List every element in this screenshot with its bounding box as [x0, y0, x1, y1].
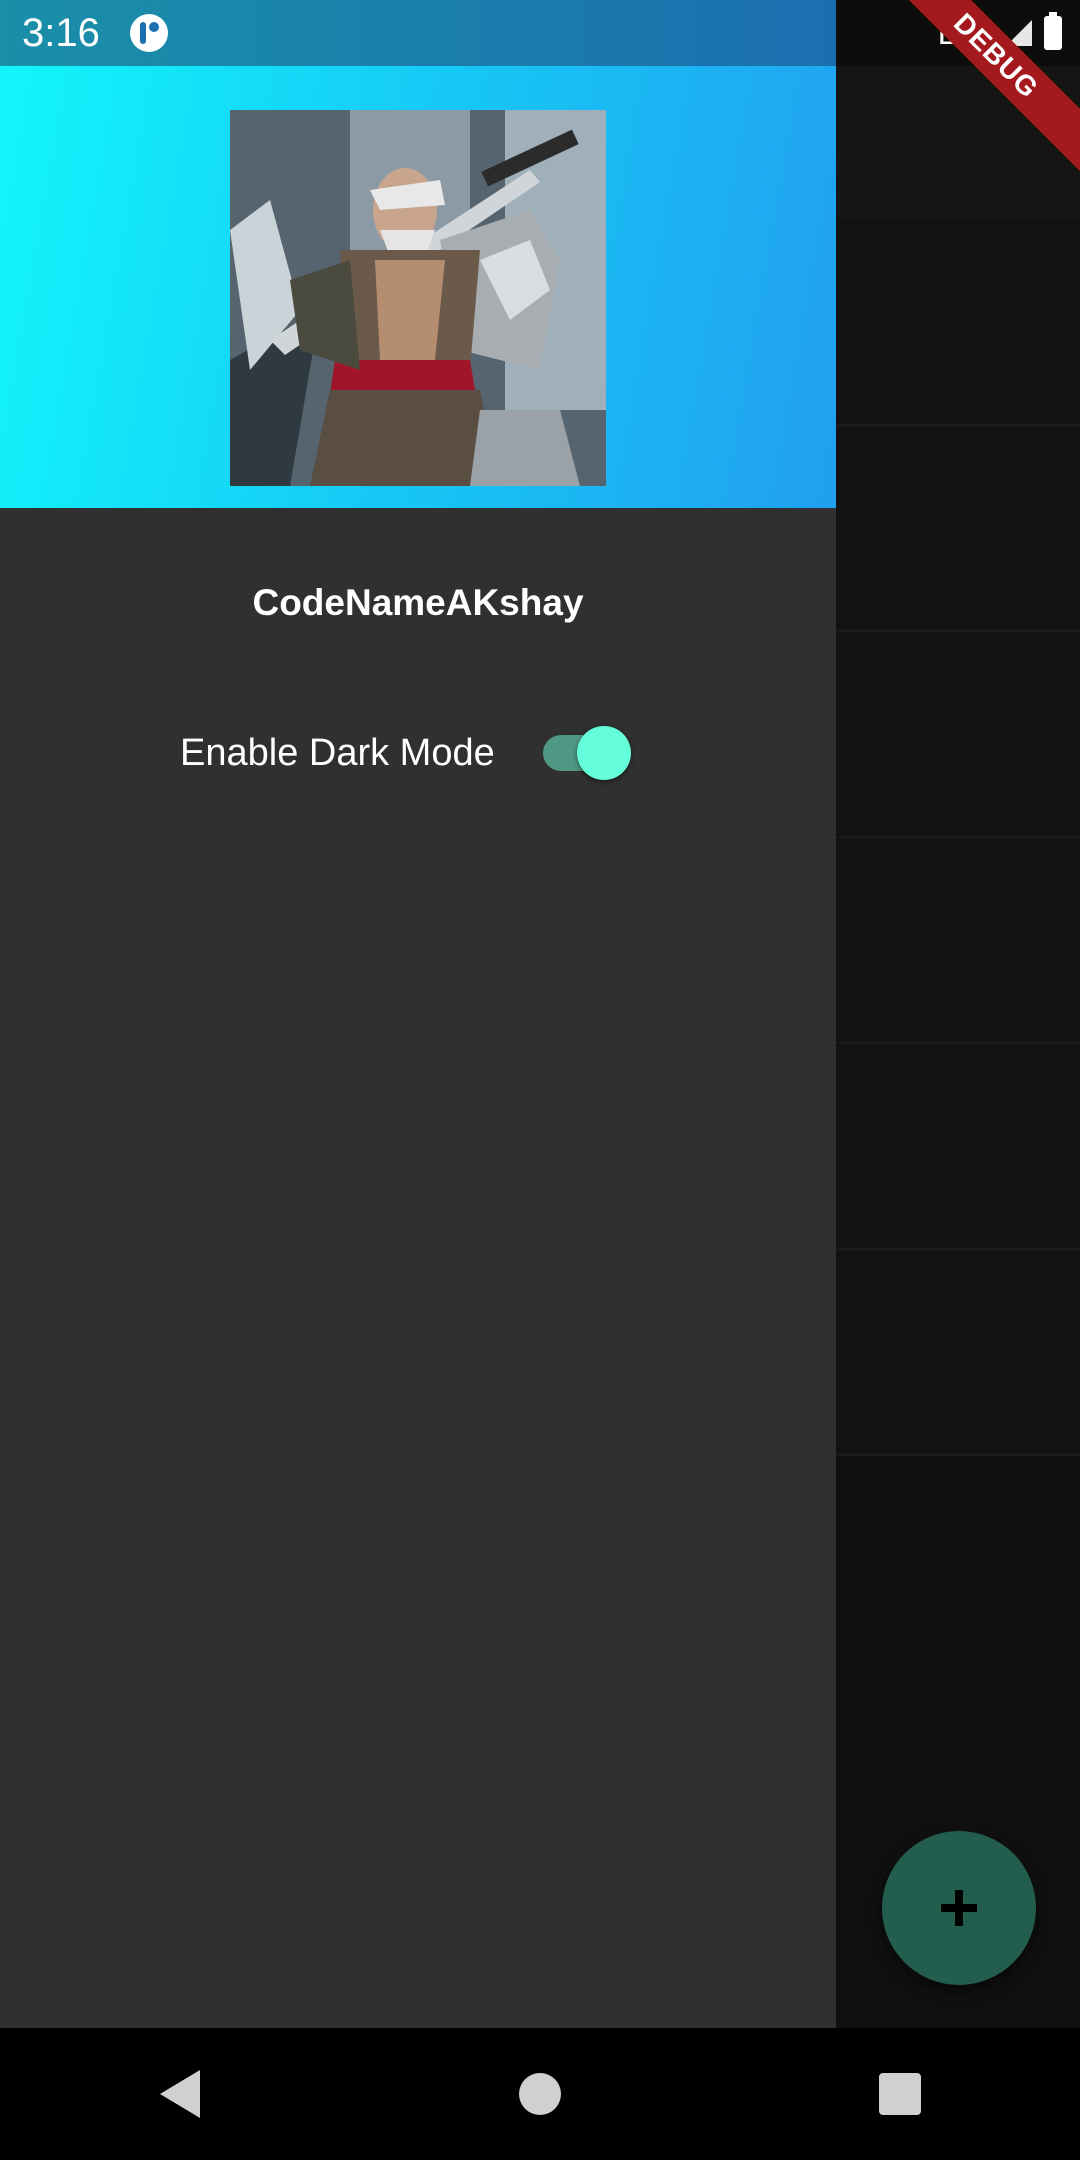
- navigation-drawer: CodeNameAKshay Enable Dark Mode: [0, 0, 836, 2028]
- dark-mode-setting: Enable Dark Mode: [180, 720, 633, 786]
- battery-icon: [1044, 12, 1062, 50]
- app-notification-icon: [129, 14, 168, 52]
- dark-mode-toggle[interactable]: [533, 723, 633, 783]
- avatar[interactable]: [230, 110, 606, 486]
- home-button[interactable]: [485, 2039, 595, 2149]
- user-name: CodeNameAKshay: [252, 582, 584, 623]
- recents-button[interactable]: [845, 2039, 955, 2149]
- drawer-header: [0, 66, 836, 508]
- home-icon: [519, 2073, 561, 2115]
- recents-icon: [879, 2073, 921, 2115]
- back-button[interactable]: [125, 2039, 235, 2149]
- system-navigation-bar: [0, 2028, 1080, 2160]
- status-bar-left: 3:16: [0, 0, 836, 66]
- status-time: 3:16: [22, 10, 100, 55]
- warrior-portrait-image: [230, 110, 606, 486]
- back-icon: [160, 2070, 200, 2118]
- toggle-thumb: [576, 726, 631, 780]
- dark-mode-label: Enable Dark Mode: [180, 731, 495, 774]
